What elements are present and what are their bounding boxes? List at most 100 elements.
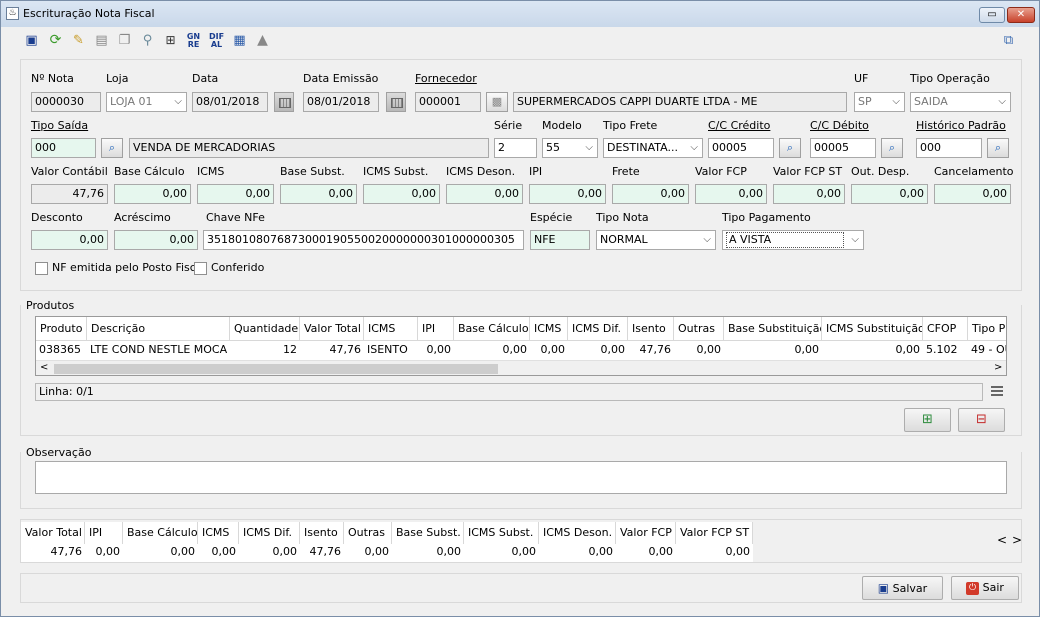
tipo-saida-code-field[interactable]: 000 (31, 138, 96, 158)
column-header[interactable]: ICMS Substituição (822, 317, 923, 340)
cc-debito-field[interactable]: 00005 (810, 138, 876, 158)
column-header[interactable]: Isento (628, 317, 674, 340)
exit-label: Sair (982, 581, 1004, 594)
acrescimo-field[interactable]: 0,00 (114, 230, 198, 250)
column-header[interactable]: Produto (36, 317, 87, 340)
scrollbar-thumb[interactable] (54, 364, 498, 374)
valor-field[interactable]: 0,00 (363, 184, 440, 204)
nf-posto-checkbox[interactable] (35, 262, 48, 275)
historico-search-icon[interactable]: ⌕ (987, 138, 1009, 158)
save-button[interactable]: ▣ Salvar (862, 576, 943, 600)
valor-field[interactable]: 0,00 (280, 184, 357, 204)
data-field[interactable]: 08/01/2018 (192, 92, 268, 112)
calendar-icon[interactable] (274, 92, 294, 112)
valor-field[interactable]: 0,00 (446, 184, 523, 204)
calendar-icon[interactable] (386, 92, 406, 112)
column-header[interactable]: IPI (418, 317, 454, 340)
scroll-left-icon[interactable]: < (40, 362, 48, 373)
menu-icon[interactable] (991, 386, 1003, 396)
modelo-select[interactable]: 55 ⌵ (542, 138, 598, 158)
valor-label: Valor FCP (695, 165, 747, 178)
column-header[interactable]: Base Substituição (724, 317, 822, 340)
serie-field[interactable]: 2 (494, 138, 537, 158)
totais-value: 0,00 (511, 545, 537, 558)
valor-field[interactable]: 0,00 (934, 184, 1011, 204)
horizontal-scrollbar[interactable]: < > (36, 360, 1006, 375)
column-header[interactable]: Outras (674, 317, 724, 340)
valor-label: Frete (612, 165, 640, 178)
nota-field[interactable]: 0000030 (31, 92, 101, 112)
column-header[interactable]: Valor Total (300, 317, 364, 340)
emissao-field[interactable]: 08/01/2018 (303, 92, 379, 112)
uf-select[interactable]: SP ⌵ (854, 92, 905, 112)
maximize-button[interactable]: ▭ (979, 7, 1005, 23)
column-header[interactable]: Descrição (87, 317, 230, 340)
historico-label[interactable]: Histórico Padrão (916, 119, 1006, 132)
scroll-left-icon[interactable]: < (997, 533, 1007, 547)
valor-field[interactable]: 0,00 (695, 184, 767, 204)
gnre-icon[interactable]: GN RE (185, 32, 202, 49)
valor-field[interactable]: 0,00 (197, 184, 274, 204)
modelo-label: Modelo (542, 119, 582, 132)
valor-field[interactable]: 0,00 (851, 184, 928, 204)
cc-debito-label[interactable]: C/C Débito (810, 119, 869, 132)
windows-icon[interactable]: ⧉ (1000, 32, 1017, 49)
difal-icon[interactable]: DIF AL (208, 32, 225, 49)
totais-header: Isento (300, 522, 344, 544)
cc-credito-label[interactable]: C/C Crédito (708, 119, 770, 132)
conferido-checkbox[interactable] (194, 262, 207, 275)
add-product-button[interactable]: ⊞ (904, 408, 951, 432)
warning-icon[interactable]: ▲ (254, 32, 271, 49)
valor-field[interactable]: 0,00 (114, 184, 191, 204)
desconto-field[interactable]: 0,00 (31, 230, 108, 250)
tipo-frete-select[interactable]: DESTINATA... ⌵ (603, 138, 703, 158)
serie-label: Série (494, 119, 523, 132)
remove-product-button[interactable]: ⊟ (958, 408, 1005, 432)
fornecedor-search-icon[interactable]: ▩ (486, 92, 508, 112)
column-header[interactable]: ICMS Dif. (568, 317, 628, 340)
valor-field[interactable]: 0,00 (612, 184, 689, 204)
cc-credito-search-icon[interactable]: ⌕ (779, 138, 801, 158)
valor-field[interactable]: 0,00 (773, 184, 845, 204)
observacao-textarea[interactable] (35, 461, 1007, 494)
historico-field[interactable]: 000 (916, 138, 982, 158)
loja-select[interactable]: LOJA 01 ⌵ (106, 92, 187, 112)
valor-label: IPI (529, 165, 543, 178)
tipo-saida-search-icon[interactable]: ⌕ (101, 138, 123, 158)
edit-icon[interactable]: ✎ (70, 32, 87, 49)
tipo-saida-desc-field: VENDA DE MERCADORIAS (129, 138, 489, 158)
produtos-header: Produto Descrição Quantidade Valor Total ICM… (36, 317, 1006, 341)
print-icon[interactable]: ▤ (93, 32, 110, 49)
cc-credito-field[interactable]: 00005 (708, 138, 774, 158)
tipo-operacao-label: Tipo Operação (910, 72, 990, 85)
fornecedor-code-field[interactable]: 000001 (415, 92, 481, 112)
column-header[interactable]: ICMS (364, 317, 418, 340)
save-icon[interactable]: ▣ (23, 32, 40, 49)
column-header[interactable]: ICMS (530, 317, 568, 340)
column-header[interactable]: CFOP (923, 317, 968, 340)
tag-icon[interactable]: ⚲ (139, 32, 156, 49)
tipo-nota-select[interactable]: NORMAL ⌵ (596, 230, 716, 250)
observacao-title: Observação (26, 446, 96, 459)
column-header[interactable]: Quantidade (230, 317, 300, 340)
valor-field[interactable]: 0,00 (529, 184, 606, 204)
especie-field[interactable]: NFE (530, 230, 590, 250)
column-header[interactable]: Base Cálculo (454, 317, 530, 340)
refresh-icon[interactable]: ⟳ (47, 32, 64, 49)
tipo-saida-label[interactable]: Tipo Saída (31, 119, 88, 132)
column-header[interactable]: Tipo PIS (968, 317, 1006, 340)
chave-field[interactable]: 3518010807687300019055002000000030100000… (203, 230, 524, 250)
fornecedor-label[interactable]: Fornecedor (415, 72, 477, 85)
tipo-pagamento-select[interactable]: A VISTA ⌵ (722, 230, 864, 250)
binoculars-icon[interactable]: ⊞ (162, 32, 179, 49)
scroll-right-icon[interactable]: > (1012, 533, 1022, 547)
tipo-operacao-select[interactable]: SAIDA ⌵ (910, 92, 1011, 112)
table-row[interactable]: 038365 LTE COND NESTLE MOCA 12 47,76 ISENTO 0… (36, 341, 1006, 359)
cc-debito-search-icon[interactable]: ⌕ (881, 138, 903, 158)
modelo-value: 55 (546, 141, 560, 154)
exit-button[interactable]: ⏻ Sair (951, 576, 1019, 600)
close-button[interactable]: ✕ (1007, 7, 1035, 23)
scroll-right-icon[interactable]: > (994, 362, 1002, 373)
copy-icon[interactable]: ❐ (116, 32, 133, 49)
document-search-icon[interactable]: ▦ (231, 32, 248, 49)
